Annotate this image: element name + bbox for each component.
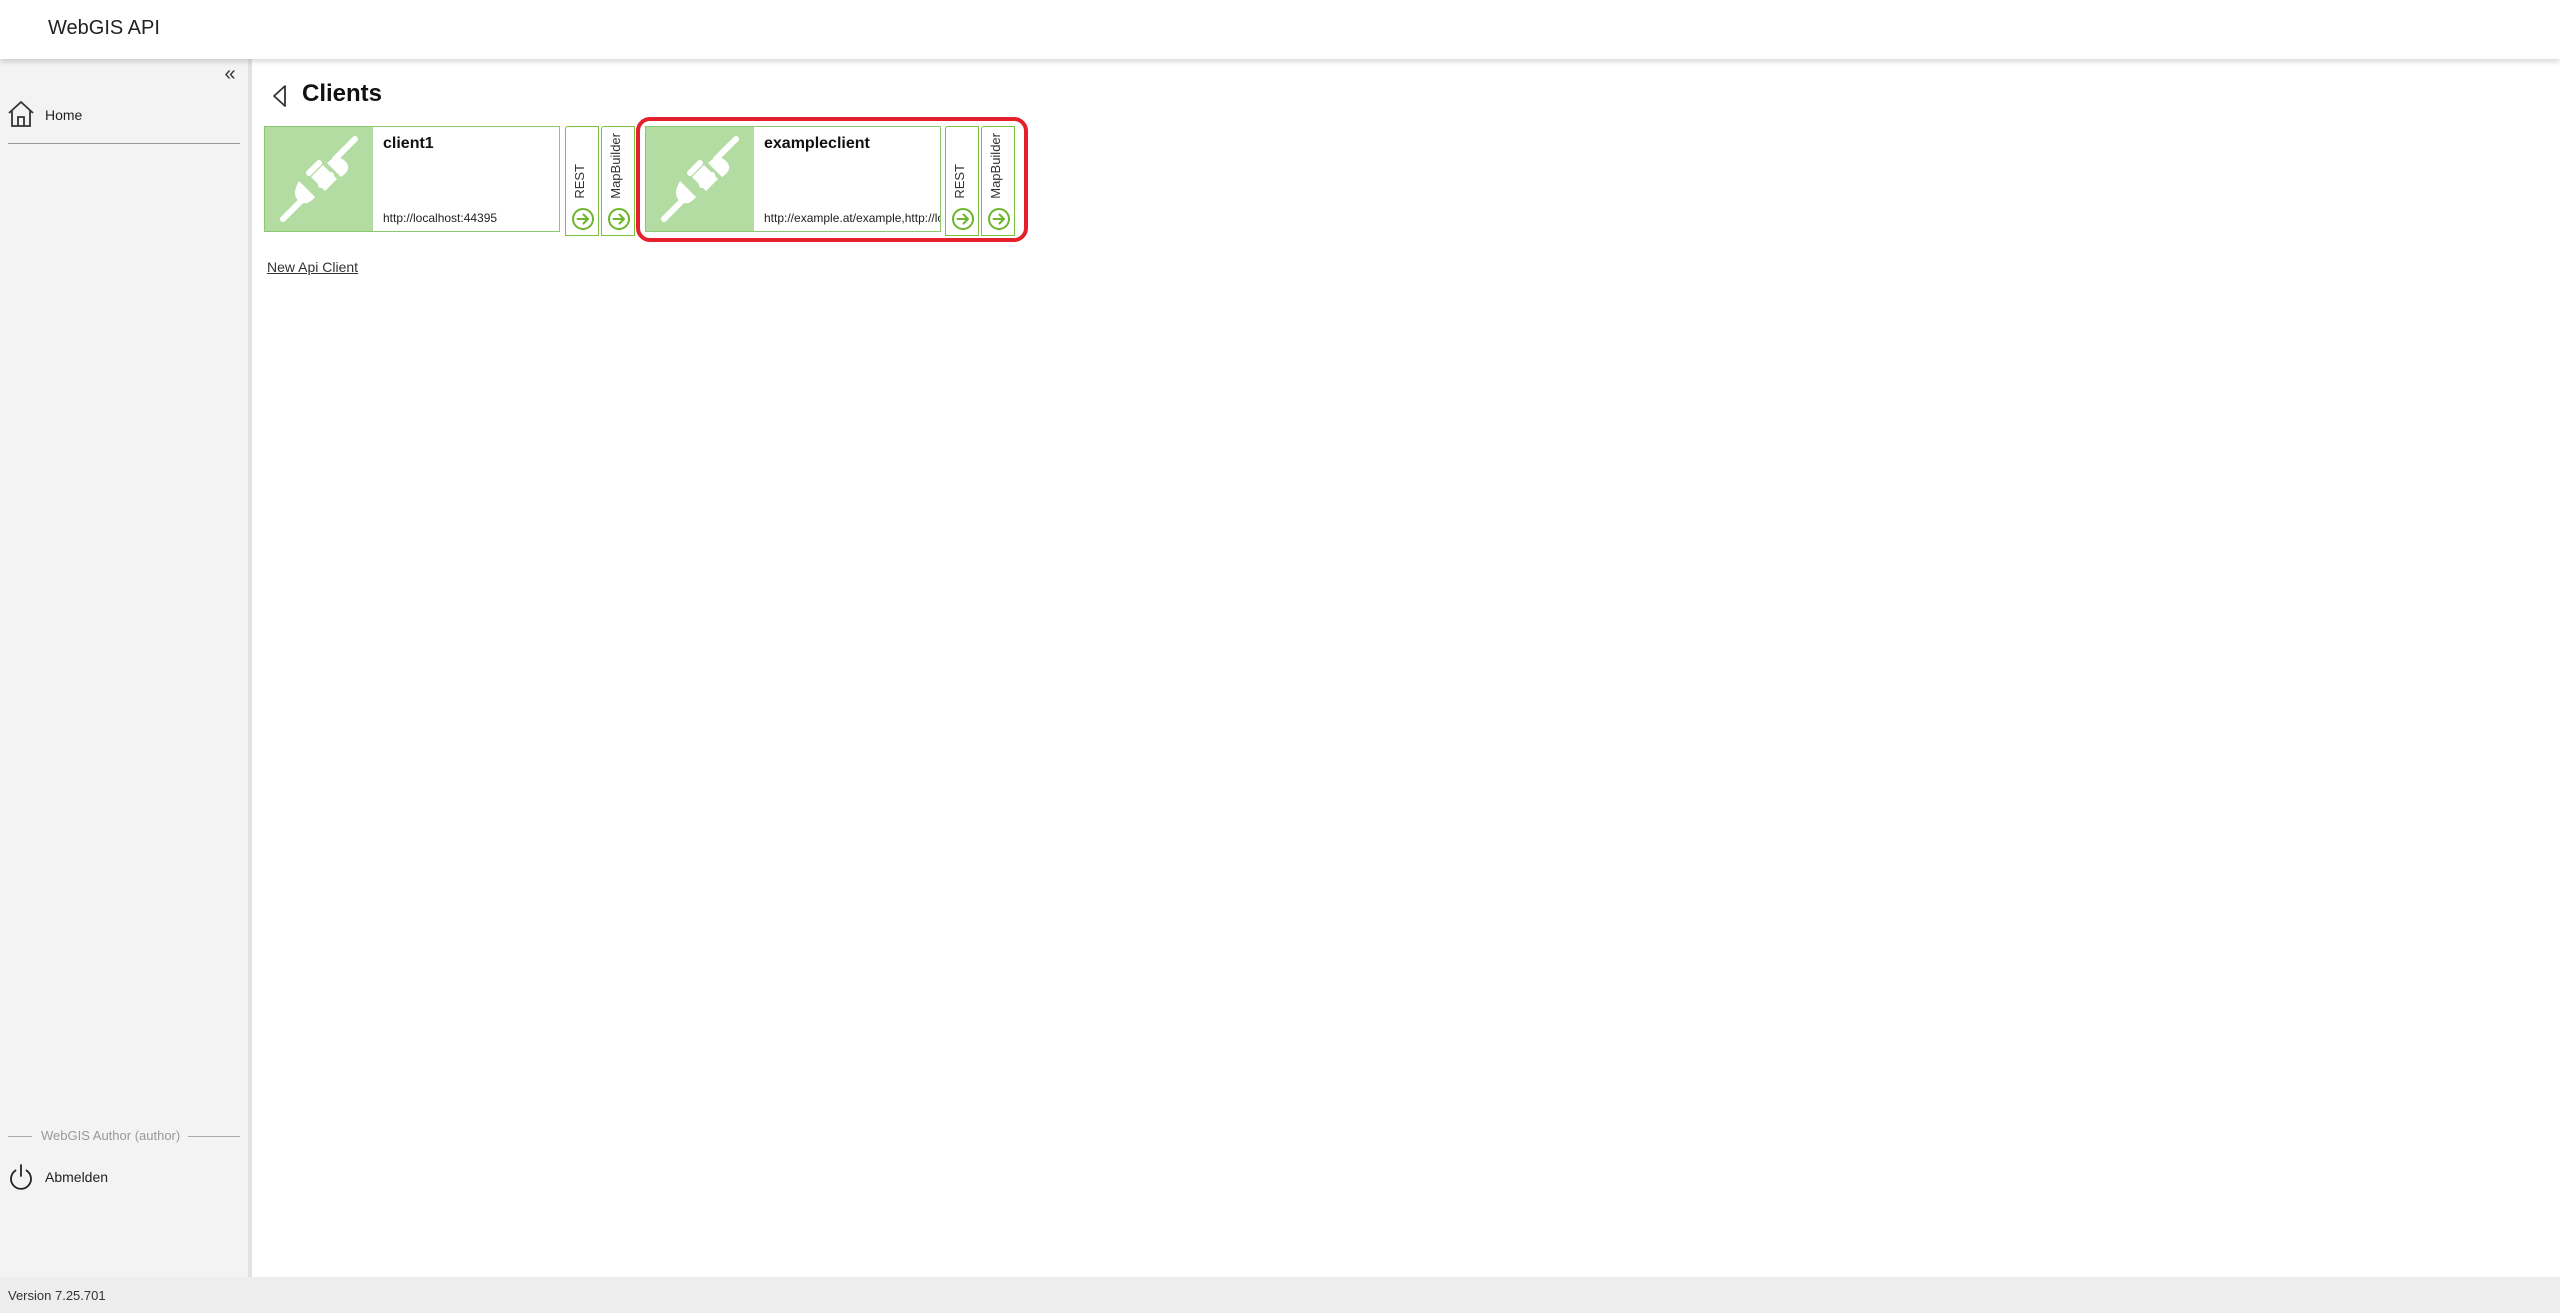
client-url: http://example.at/example,http://localho… [764,211,940,225]
user-rule-left [8,1136,32,1137]
version-label: Version 7.25.701 [8,1288,106,1303]
mapbuilder-label: MapBuilder [608,133,623,199]
sidebar-item-home[interactable]: Home [6,97,242,131]
rest-label: REST [952,164,967,199]
mapbuilder-tab-client1[interactable]: MapBuilder [601,126,635,236]
client-thumbnail [646,127,754,231]
mapbuilder-label: MapBuilder [988,133,1003,199]
logout-button[interactable]: Abmelden [6,1160,242,1194]
plug-disconnected-icon [280,136,358,222]
client-name: exampleclient [764,135,870,152]
home-icon [8,101,34,127]
arrow-right-circle-icon [572,208,594,230]
rest-tab-client1[interactable]: REST [565,126,599,236]
client-card-exampleclient[interactable]: exampleclient http://example.at/example,… [645,126,941,232]
new-api-client-link[interactable]: New Api Client [267,259,358,275]
logout-label: Abmelden [45,1169,109,1185]
user-label: WebGIS Author (author) [41,1128,181,1143]
footer: Version 7.25.701 [0,1277,2560,1313]
back-triangle-icon[interactable] [268,84,292,108]
client-name: client1 [383,135,434,152]
plug-disconnected-icon [661,136,739,222]
arrow-right-circle-icon [988,208,1010,230]
rest-tab-exampleclient[interactable]: REST [945,126,979,236]
sidebar: « Home WebGIS Author (author) Abmelden [0,59,252,1277]
app-title: WebGIS API [48,17,160,39]
sidebar-item-label: Home [45,107,83,123]
user-rule-right [188,1136,240,1137]
top-header: WebGIS API [0,0,2560,59]
current-user: WebGIS Author (author) [8,1127,240,1145]
page-title: Clients [302,80,383,107]
collapse-sidebar-icon[interactable]: « [220,64,240,85]
client-url: http://localhost:44395 [383,211,498,225]
power-icon [10,1164,32,1190]
client-card-client1[interactable]: client1 http://localhost:44395 [264,126,560,232]
arrow-right-circle-icon [608,208,630,230]
mapbuilder-tab-exampleclient[interactable]: MapBuilder [981,126,1015,236]
sidebar-divider [8,143,240,144]
client-thumbnail [265,127,373,231]
arrow-right-circle-icon [952,208,974,230]
rest-label: REST [572,164,587,199]
